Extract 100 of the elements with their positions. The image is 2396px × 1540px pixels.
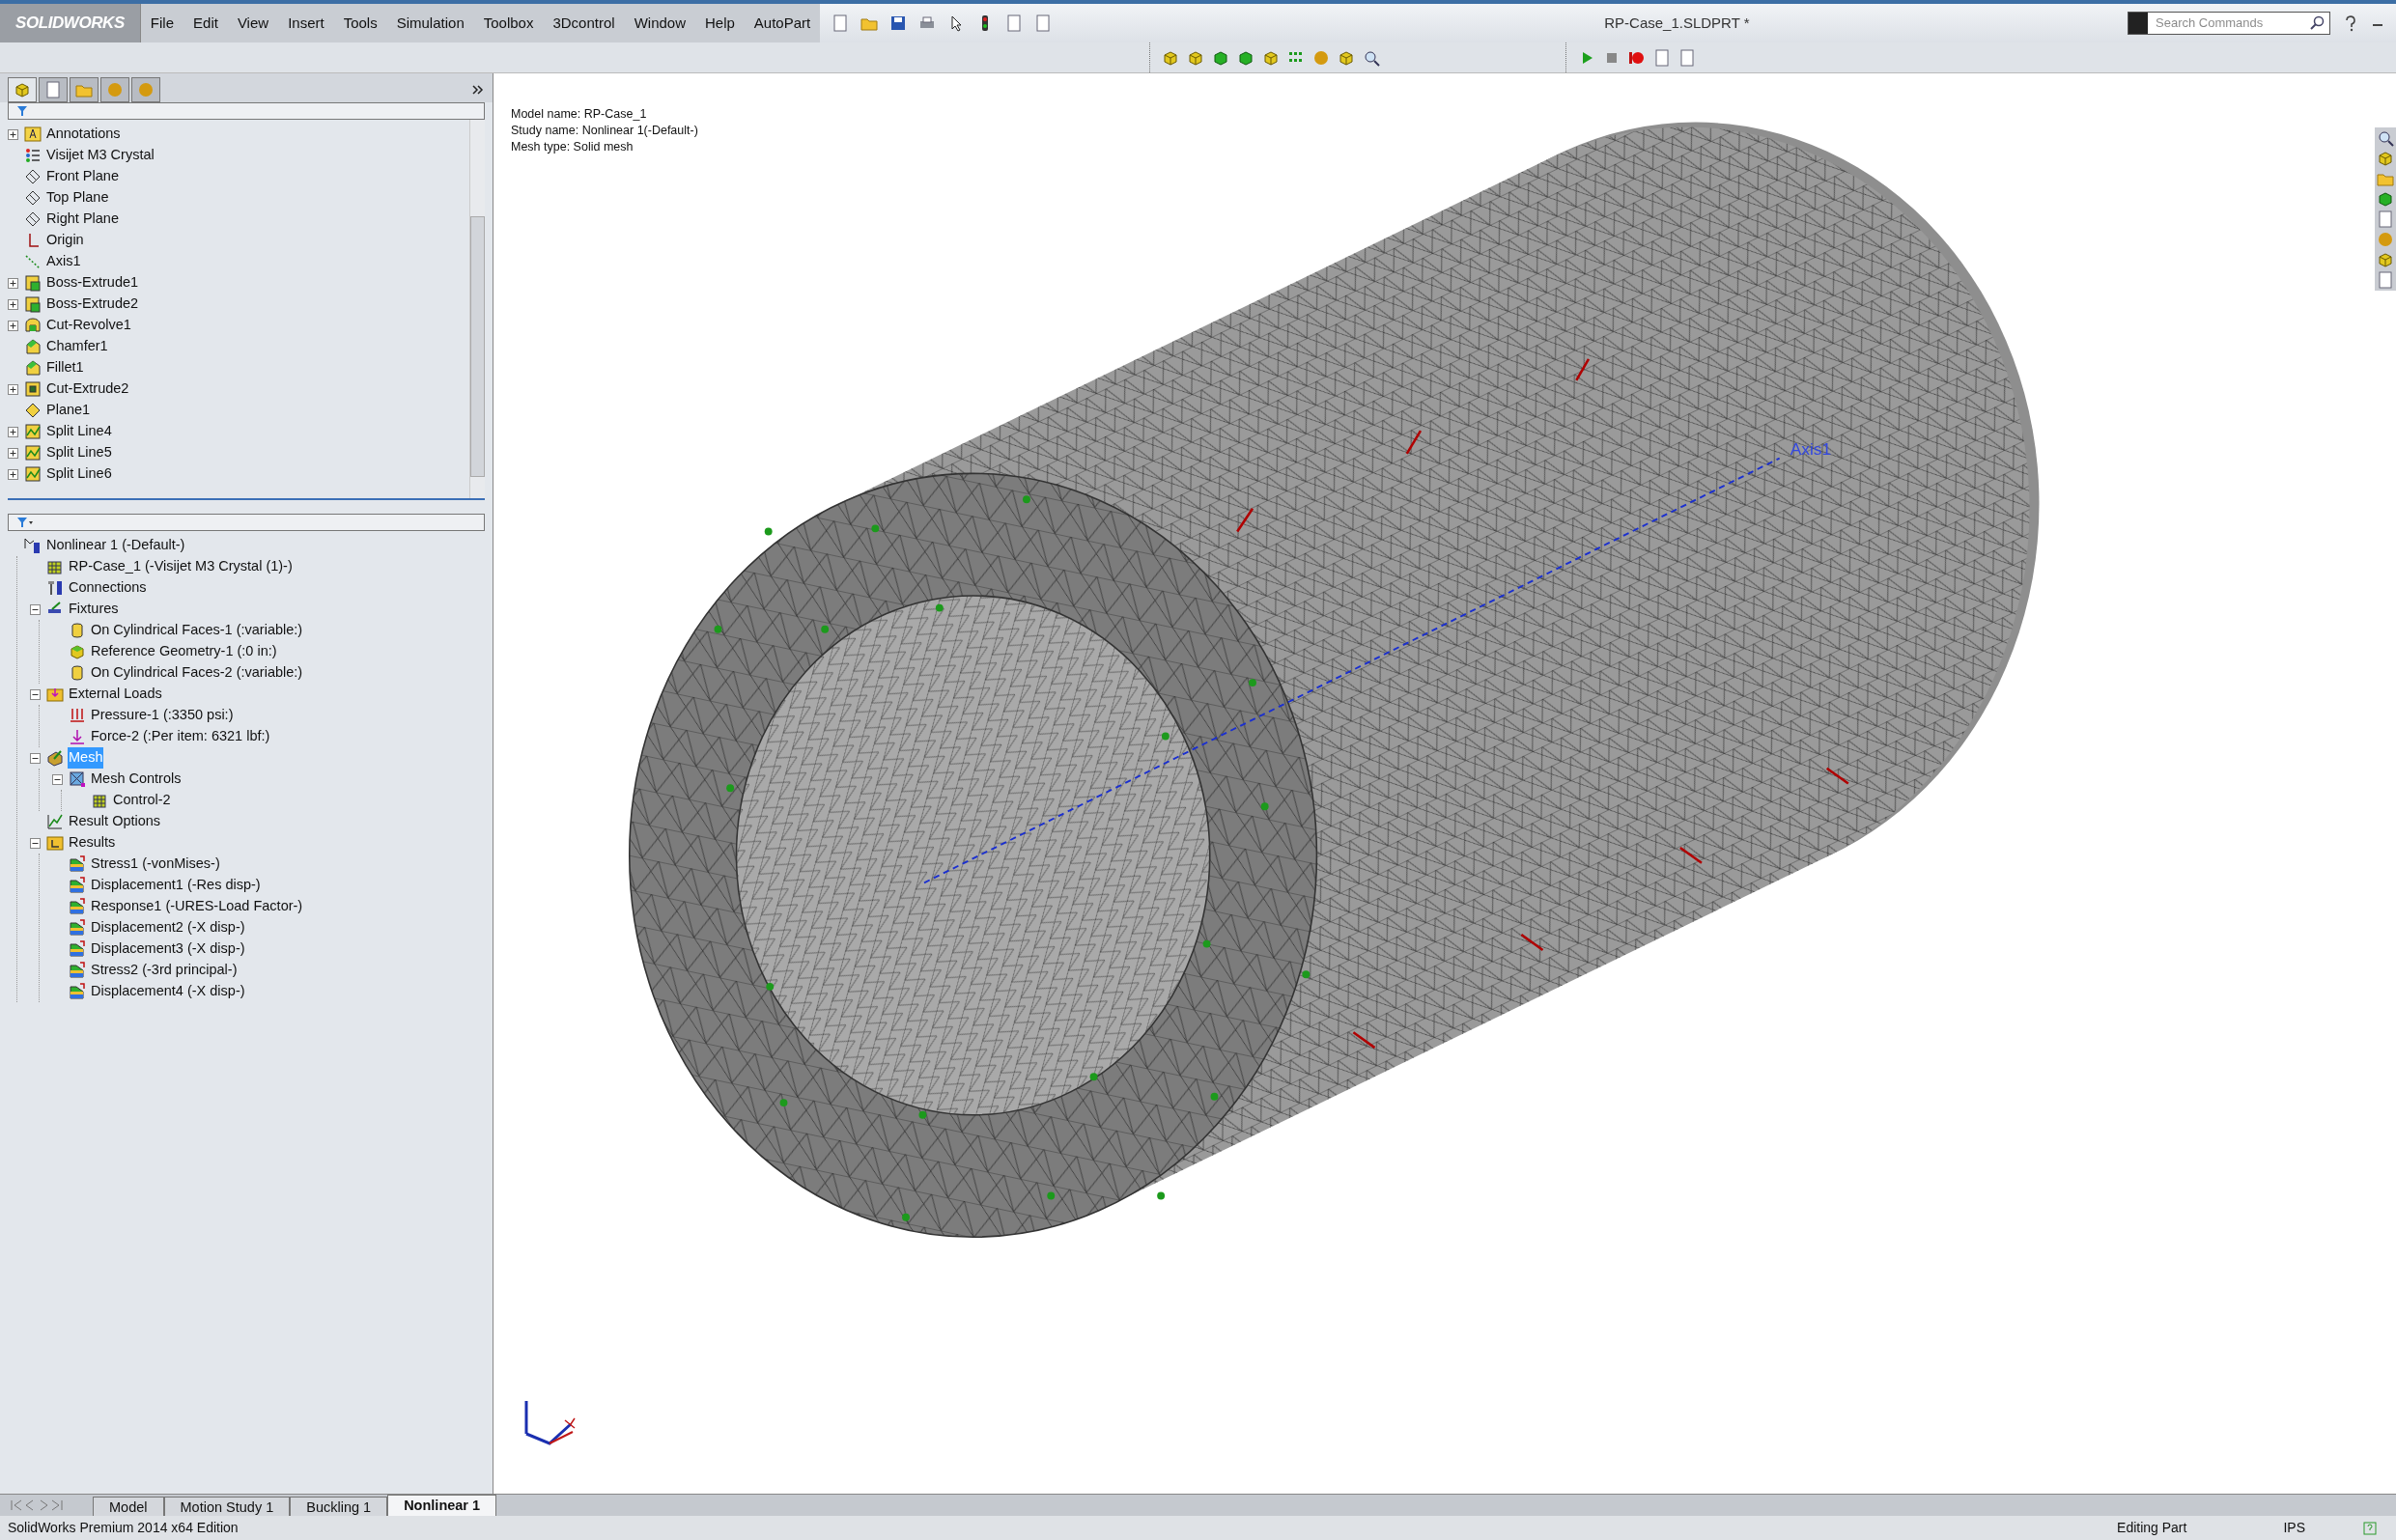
status-mode: Editing Part — [2117, 1519, 2187, 1537]
bottom-tab[interactable]: Motion Study 1 — [163, 1497, 291, 1516]
plot-icon — [69, 877, 86, 894]
bottom-tab[interactable]: Nonlinear 1 — [387, 1495, 497, 1516]
menu-item[interactable]: 3Dcontrol — [543, 4, 625, 42]
tree-item[interactable]: Displacement2 (-X disp-) — [90, 917, 246, 938]
tree-item[interactable]: Split Line6 — [45, 463, 113, 485]
plot-icon — [69, 983, 86, 1000]
mesh-icon — [46, 749, 64, 767]
revolve-icon — [24, 317, 42, 334]
plane-icon — [24, 402, 42, 419]
annotations-folder-icon — [24, 126, 42, 143]
bottom-tab[interactable]: Buckling 1 — [290, 1497, 388, 1516]
collapse-toggle[interactable] — [30, 837, 41, 849]
expand-toggle[interactable] — [8, 447, 18, 459]
tree-item[interactable]: Chamfer1 — [45, 336, 109, 357]
tree-item[interactable]: Visijet M3 Crystal — [45, 145, 155, 166]
expand-toggle[interactable] — [8, 277, 18, 289]
menu-item[interactable]: Help — [695, 4, 745, 42]
filter-field[interactable] — [8, 102, 485, 120]
tree-item[interactable]: Stress2 (-3rd principal-) — [90, 960, 239, 981]
tree-item[interactable]: Reference Geometry-1 (:0 in:) — [90, 641, 278, 662]
tree-item[interactable]: Origin — [45, 230, 85, 251]
search-icon — [2310, 15, 2326, 31]
tree-item[interactable]: Response1 (-URES-Load Factor-) — [90, 896, 304, 917]
tree-item[interactable]: Top Plane — [45, 187, 110, 209]
scrollbar[interactable] — [469, 120, 485, 498]
tree-item[interactable]: On Cylindrical Faces-1 (:variable:) — [90, 620, 304, 641]
cube-icon[interactable] — [2377, 190, 2394, 208]
tree-item[interactable]: External Loads — [68, 684, 163, 705]
menu-item[interactable]: Simulation — [386, 4, 474, 42]
tree-item[interactable]: Cut-Extrude2 — [45, 378, 130, 400]
tree-item[interactable]: Connections — [68, 577, 148, 599]
cylinder-icon — [69, 664, 86, 682]
tree-item[interactable]: Force-2 (:Per item: 6321 lbf:) — [90, 726, 271, 747]
filter-field[interactable] — [8, 514, 485, 531]
search-field[interactable]: Search Commands — [2128, 12, 2330, 35]
tree-item[interactable]: Right Plane — [45, 209, 120, 230]
zoom-icon[interactable] — [2377, 129, 2394, 147]
collapse-toggle[interactable] — [30, 688, 41, 700]
units-selector[interactable]: IPS — [2283, 1518, 2305, 1538]
material-icon — [24, 147, 42, 164]
tree-item[interactable]: Boss-Extrude2 — [45, 294, 140, 315]
chevron-icon[interactable] — [471, 84, 485, 96]
expand-toggle[interactable] — [8, 468, 18, 480]
tree-item[interactable]: Mesh Controls — [90, 769, 183, 790]
menu-item[interactable]: Insert — [278, 4, 334, 42]
plane-icon — [24, 210, 42, 228]
axis-icon — [24, 253, 42, 270]
menu-item[interactable]: Edit — [183, 4, 228, 42]
cube-icon[interactable] — [2377, 150, 2394, 167]
mesh-control-icon — [69, 770, 86, 788]
mesh-cube-icon — [91, 792, 108, 809]
tree-item[interactable]: Split Line5 — [45, 442, 113, 463]
tree-item[interactable]: Boss-Extrude1 — [45, 272, 140, 294]
menu-item[interactable]: Tools — [333, 4, 387, 42]
tree-item[interactable]: RP-Case_1 (-Visijet M3 Crystal (1)-) — [68, 556, 294, 577]
expand-toggle[interactable] — [8, 383, 18, 395]
model-info-text: Study name: Nonlinear 1(-Default-) — [511, 123, 698, 139]
cylinder-icon — [69, 622, 86, 639]
tree-item[interactable]: Pressure-1 (:3350 psi:) — [90, 705, 235, 726]
cube-icon[interactable] — [2377, 251, 2394, 268]
plane-icon — [24, 189, 42, 207]
tree-item[interactable]: Nonlinear 1 (-Default-) — [45, 535, 186, 556]
tree-item[interactable]: Control-2 — [112, 790, 172, 811]
save-icon[interactable] — [889, 14, 908, 32]
pressure-icon — [69, 707, 86, 724]
tree-item[interactable]: On Cylindrical Faces-2 (:variable:) — [90, 662, 304, 684]
menu-item[interactable]: Toolbox — [473, 4, 544, 42]
filter-icon — [16, 517, 34, 528]
tree-item[interactable]: Stress1 (-vonMises-) — [90, 854, 221, 875]
tree-item[interactable]: Displacement1 (-Res disp-) — [90, 875, 262, 896]
expand-toggle[interactable] — [8, 298, 18, 310]
tree-item[interactable]: Displacement4 (-X disp-) — [90, 981, 246, 1002]
menu-item[interactable]: View — [227, 4, 279, 42]
tree-item[interactable]: Results — [68, 832, 117, 854]
part-icon — [46, 558, 64, 575]
tree-item[interactable]: Result Options — [68, 811, 162, 832]
menu-item[interactable]: Window — [624, 4, 695, 42]
tree-item[interactable]: Axis1 — [45, 251, 82, 272]
extrude-icon — [24, 295, 42, 313]
menu-item[interactable]: File — [140, 4, 184, 42]
expand-toggle[interactable] — [8, 426, 18, 437]
tree-item[interactable]: Plane1 — [45, 400, 92, 421]
tree-item[interactable]: Fillet1 — [45, 357, 85, 378]
menu-item[interactable]: AutoPart — [744, 4, 821, 42]
tree-item[interactable]: Front Plane — [45, 166, 120, 187]
collapse-toggle[interactable] — [52, 773, 63, 785]
expand-toggle[interactable] — [8, 320, 18, 331]
tree-item[interactable]: Fixtures — [68, 599, 120, 620]
tree-item[interactable]: Cut-Revolve1 — [45, 315, 132, 336]
collapse-toggle[interactable] — [30, 752, 41, 764]
cube-icon[interactable] — [14, 81, 31, 98]
tree-item[interactable]: Annotations — [45, 124, 122, 145]
collapse-toggle[interactable] — [30, 603, 41, 615]
expand-toggle[interactable] — [8, 128, 18, 140]
zoom-icon[interactable] — [1363, 48, 1380, 67]
bottom-tab[interactable]: Model — [93, 1497, 164, 1516]
tree-item[interactable]: Split Line4 — [45, 421, 113, 442]
tree-item[interactable]: Displacement3 (-X disp-) — [90, 938, 246, 960]
